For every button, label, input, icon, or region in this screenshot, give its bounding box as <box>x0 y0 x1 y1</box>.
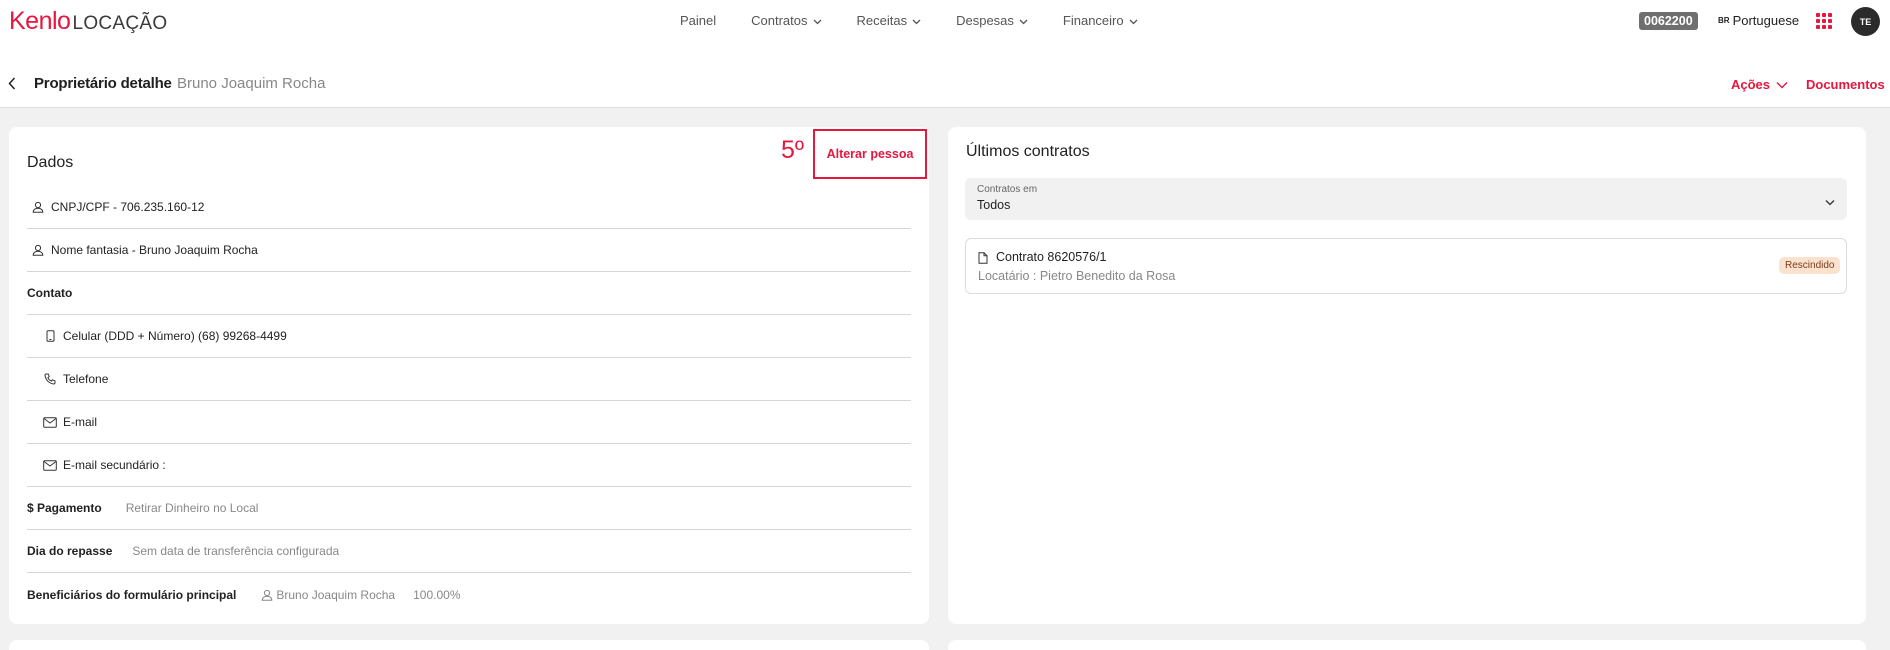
menu-item-label: Painel <box>680 13 717 28</box>
logo-product: LOCAÇÃO <box>72 13 168 34</box>
menu-item-receitas[interactable]: Receitas <box>857 13 922 28</box>
mail-icon <box>43 415 57 429</box>
email-text: E-mail <box>63 415 98 429</box>
pagamento-label: $ Pagamento <box>27 501 102 515</box>
celular-text: Celular (DDD + Número) (68) 99268-4499 <box>63 329 287 343</box>
user-icon <box>31 243 45 257</box>
contract-tenant: Locatário : Pietro Benedito da Rosa <box>978 269 1176 283</box>
pagamento-row: $ Pagamento Retirar Dinheiro no Local <box>27 487 911 530</box>
page-header: Proprietário detalhe Bruno Joaquim Rocha… <box>0 42 1890 108</box>
document-icon <box>978 251 988 269</box>
repasse-label: Dia do repasse <box>27 544 113 558</box>
contract-item[interactable]: Contrato 8620576/1 Locatário : Pietro Be… <box>965 238 1847 294</box>
user-icon <box>260 588 274 602</box>
telefone-row: Telefone <box>27 358 911 401</box>
user-avatar[interactable]: TE <box>1851 7 1880 36</box>
chevron-down-icon <box>1019 13 1028 28</box>
next-card-left <box>9 640 929 650</box>
logo-brand: Kenlo <box>9 7 71 35</box>
language-country-code: BR <box>1718 16 1730 25</box>
page-title: Proprietário detalhe <box>34 75 172 92</box>
step-annotation: 5º <box>781 136 805 164</box>
kenlo-logo[interactable]: Kenlo LOCAÇÃO <box>9 7 167 35</box>
contratos-filter-select[interactable]: Contratos em Todos <box>965 178 1847 220</box>
status-badge: Rescindido <box>1779 257 1841 274</box>
beneficiario-percentage: 100.00% <box>413 587 461 602</box>
nome-fantasia-row: Nome fantasia - Bruno Joaquim Rocha <box>27 229 911 272</box>
beneficiarios-label: Beneficiários do formulário principal <box>27 587 237 602</box>
contato-row: Contato <box>27 272 911 315</box>
menu-item-despesas[interactable]: Despesas <box>956 13 1028 28</box>
cnpj-row: CNPJ/CPF - 706.235.160-12 <box>27 186 911 229</box>
apps-grid-icon[interactable] <box>1816 13 1832 29</box>
repasse-value: Sem data de transferência configurada <box>132 544 340 558</box>
highlight-box: Alterar pessoa <box>813 129 927 179</box>
chevron-down-icon <box>813 13 822 28</box>
menu-item-label: Receitas <box>856 13 908 28</box>
filter-label: Contratos em <box>977 184 1038 195</box>
documents-link[interactable]: Documentos <box>1806 77 1885 92</box>
telefone-text: Telefone <box>63 372 109 386</box>
dados-title: Dados <box>27 154 74 171</box>
actions-label: Ações <box>1731 77 1771 92</box>
beneficiario-name: Bruno Joaquim Rocha <box>276 587 396 602</box>
beneficiarios-row: Beneficiários do formulário principal Br… <box>27 573 911 616</box>
next-card-right <box>948 640 1866 650</box>
dados-card: Dados 5º Alterar pessoa CNPJ/CPF - 706.2… <box>9 127 929 624</box>
user-icon <box>31 200 45 214</box>
language-label: Portuguese <box>1732 13 1800 28</box>
chevron-down-icon <box>1129 13 1138 28</box>
celular-row: Celular (DDD + Número) (68) 99268-4499 <box>27 315 911 358</box>
menu-item-label: Financeiro <box>1062 13 1124 28</box>
pagamento-value: Retirar Dinheiro no Local <box>125 501 259 515</box>
account-code-badge: 0062200 <box>1639 12 1698 30</box>
menu-item-financeiro[interactable]: Financeiro <box>1063 13 1138 28</box>
language-selector[interactable]: BR Portuguese <box>1718 13 1799 28</box>
ultimos-contratos-card: Últimos contratos Contratos em Todos Con… <box>948 127 1866 624</box>
ultimos-contratos-title: Últimos contratos <box>966 143 1090 160</box>
alterar-pessoa-button[interactable]: Alterar pessoa <box>827 147 914 161</box>
mail-icon <box>43 458 57 472</box>
nome-fantasia-text: Nome fantasia - Bruno Joaquim Rocha <box>51 243 258 257</box>
back-arrow-icon[interactable] <box>8 77 16 95</box>
phone-icon <box>43 372 57 386</box>
main-menu: Painel Contratos Receitas Despesas Finan… <box>680 13 1173 28</box>
top-navigation: Kenlo LOCAÇÃO Painel Contratos Receitas … <box>0 0 1890 42</box>
contato-label: Contato <box>27 286 73 300</box>
cnpj-text: CNPJ/CPF - 706.235.160-12 <box>51 200 205 214</box>
chevron-down-icon <box>1825 193 1835 211</box>
email-row: E-mail <box>27 401 911 444</box>
mobile-phone-icon <box>43 329 57 343</box>
email-secundario-row: E-mail secundário : <box>27 444 911 487</box>
chevron-down-icon <box>912 13 921 28</box>
email-secundario-text: E-mail secundário : <box>63 458 166 472</box>
menu-item-label: Despesas <box>956 13 1014 28</box>
page-subtitle: Bruno Joaquim Rocha <box>177 75 326 92</box>
menu-item-painel[interactable]: Painel <box>680 13 716 28</box>
menu-item-contratos[interactable]: Contratos <box>751 13 821 28</box>
actions-dropdown[interactable]: Ações <box>1731 77 1788 92</box>
contract-title: Contrato 8620576/1 <box>996 250 1107 264</box>
repasse-row: Dia do repasse Sem data de transferência… <box>27 530 911 573</box>
menu-item-label: Contratos <box>751 13 808 28</box>
filter-value: Todos <box>977 198 1011 212</box>
chevron-down-icon <box>1776 77 1788 92</box>
